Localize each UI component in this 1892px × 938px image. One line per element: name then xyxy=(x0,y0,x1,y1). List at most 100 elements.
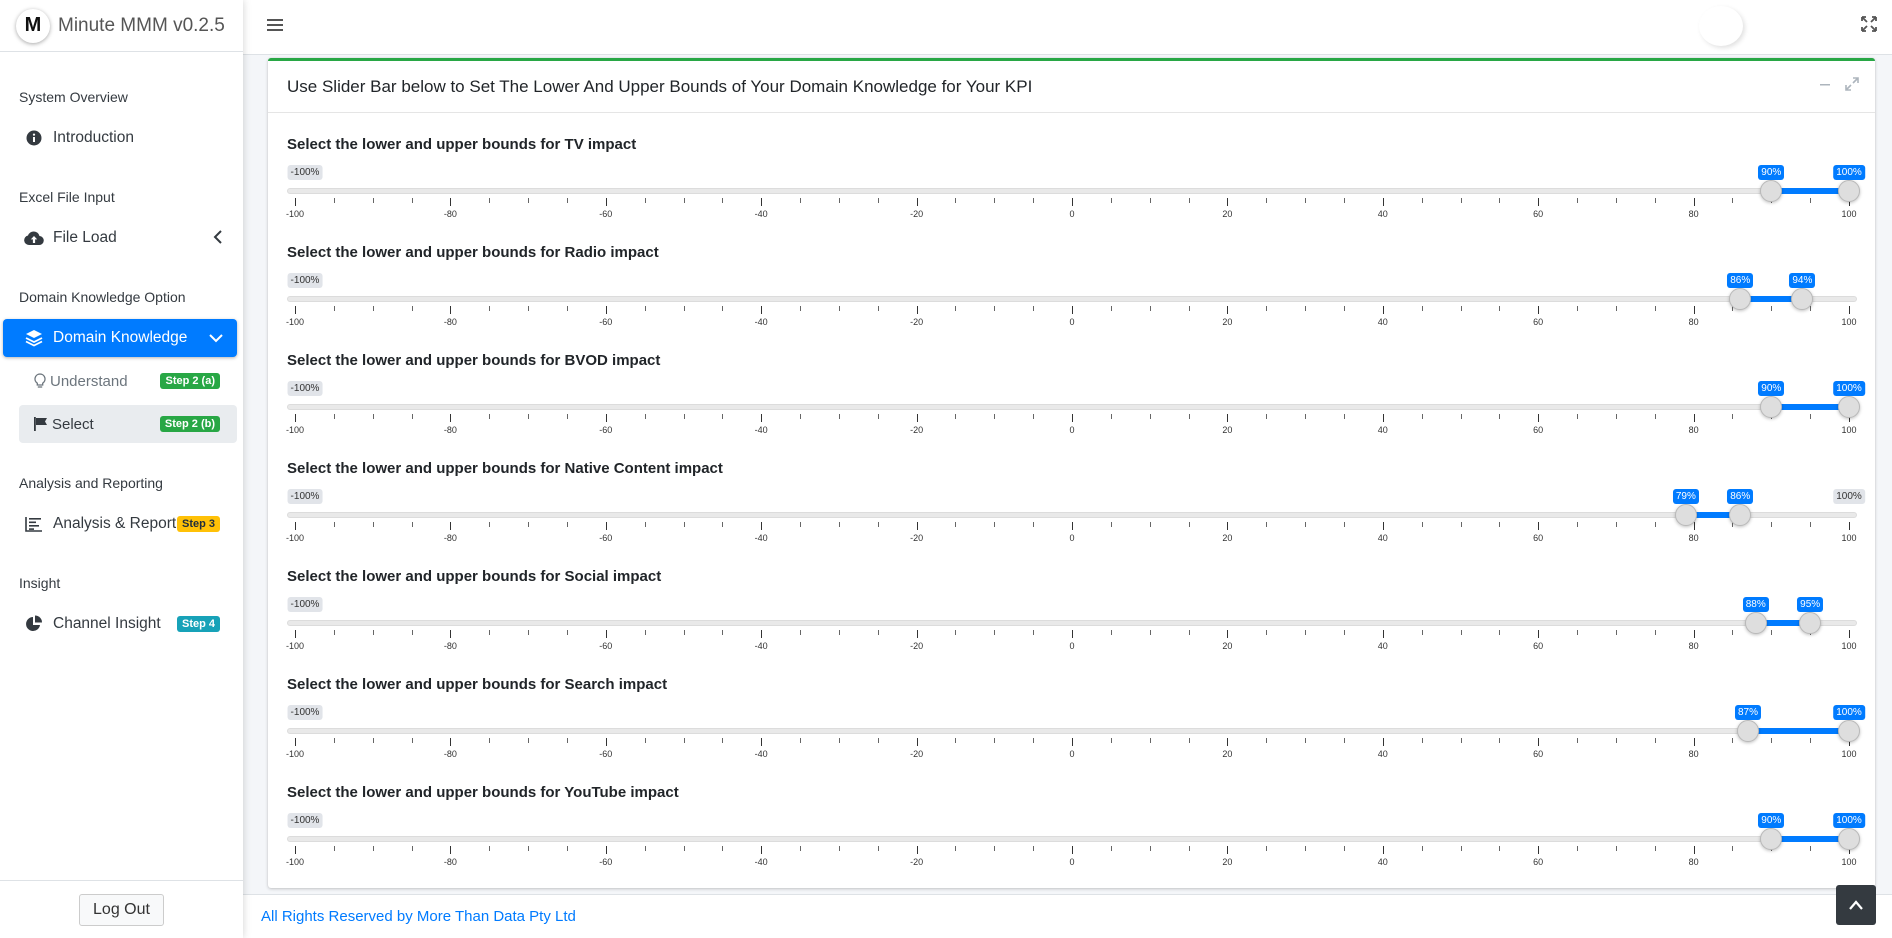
slider-minor-tick xyxy=(800,738,802,743)
slider-minor-tick xyxy=(838,414,840,419)
slider-handle-to[interactable] xyxy=(1799,612,1822,634)
slider-tick-label: 20 xyxy=(1222,317,1233,327)
slider-handle-from[interactable] xyxy=(1736,720,1759,742)
slider-tick-label: -60 xyxy=(599,209,613,219)
slider-handle-to[interactable] xyxy=(1838,720,1860,742)
minimize-icon[interactable] xyxy=(1819,77,1831,94)
slider-minor-tick xyxy=(566,414,568,419)
chevron-left-icon[interactable] xyxy=(213,229,223,247)
slider-tick xyxy=(1693,630,1695,638)
slider-track[interactable] xyxy=(287,296,1857,302)
slider-handle-to[interactable] xyxy=(1791,288,1814,310)
slider-minor-tick xyxy=(489,198,491,203)
sidebar-item-domain-knowledge[interactable]: Domain Knowledge xyxy=(3,319,237,357)
pie-chart-icon xyxy=(23,615,45,633)
slider-minor-tick xyxy=(1771,522,1773,527)
slider-minor-tick xyxy=(1149,414,1151,419)
slider-minor-tick xyxy=(372,198,374,203)
slider-handle-from[interactable] xyxy=(1760,828,1783,850)
slider-track[interactable] xyxy=(287,728,1857,734)
slider-handle-from[interactable] xyxy=(1744,612,1767,634)
slider-minor-tick xyxy=(372,846,374,851)
sidebar-subitem-understand[interactable]: Understand Step 2 (a) xyxy=(19,362,237,400)
slider-tick xyxy=(1382,846,1384,854)
top-navbar xyxy=(243,0,1892,55)
slider-tick-label: 20 xyxy=(1222,533,1233,543)
slider-tick xyxy=(295,198,296,206)
slider-minor-tick xyxy=(683,522,685,527)
slider-tick xyxy=(1072,522,1073,530)
slider-track[interactable] xyxy=(287,512,1857,518)
slider-tick-label: -20 xyxy=(910,749,924,759)
sidebar-item-label: Channel Insight xyxy=(53,615,161,632)
slider-tick xyxy=(1382,630,1384,638)
slider-minor-tick xyxy=(877,522,879,527)
slider-tick-label: 80 xyxy=(1688,749,1699,759)
line-chart-icon xyxy=(23,516,45,532)
slider-tick-label: -20 xyxy=(910,857,924,867)
slider-min-label: -100% xyxy=(287,165,323,180)
slider-tick xyxy=(450,306,452,314)
brand-name: Minute MMM v0.2.5 xyxy=(58,14,225,36)
slider-minor-tick xyxy=(1188,306,1190,311)
slider-handle-to[interactable] xyxy=(1838,396,1860,418)
slider-minor-tick xyxy=(644,522,646,527)
slider-minor-tick xyxy=(877,738,879,743)
slider-tick-label: 60 xyxy=(1533,209,1544,219)
footer-copyright[interactable]: All Rights Reserved by More Than Data Pt… xyxy=(261,908,576,925)
slider-handle-from[interactable] xyxy=(1760,396,1783,418)
slider-tick-label: -80 xyxy=(443,209,457,219)
slider-tick-label: -60 xyxy=(599,425,613,435)
slider-handle-to[interactable] xyxy=(1838,828,1860,850)
range-slider: Select the lower and upper bounds for Se… xyxy=(286,676,1865,776)
slider-minor-tick xyxy=(1421,414,1423,419)
sidebar-item-file-load[interactable]: File Load xyxy=(3,219,237,257)
slider-track[interactable] xyxy=(287,404,1857,410)
slider-minor-tick xyxy=(644,846,646,851)
slider-minor-tick xyxy=(955,738,957,743)
sidebar-item-analysis-report[interactable]: Analysis & Report Step 3 xyxy=(3,505,237,543)
slider-track[interactable] xyxy=(287,620,1857,626)
slider-min-label: -100% xyxy=(287,273,323,288)
slider-label: Select the lower and upper bounds for Yo… xyxy=(287,784,679,801)
slider-minor-tick xyxy=(528,306,530,311)
sidebar-item-channel-insight[interactable]: Channel Insight Step 4 xyxy=(3,605,237,643)
slider-tick xyxy=(916,414,918,422)
slider-handle-to[interactable] xyxy=(1729,504,1752,526)
range-slider: Select the lower and upper bounds for So… xyxy=(286,568,1857,668)
sidebar-item-introduction[interactable]: Introduction xyxy=(3,119,237,157)
chevron-down-icon[interactable] xyxy=(209,330,223,346)
slider-tick xyxy=(761,630,763,638)
slider-tick-label: -60 xyxy=(599,641,613,651)
slider-minor-tick xyxy=(838,738,840,743)
sidebar-subitem-select[interactable]: Select Step 2 (b) xyxy=(19,405,237,443)
slider-tick xyxy=(761,198,763,206)
slider-tick-label: -100 xyxy=(285,209,305,219)
slider-tick xyxy=(1849,522,1850,530)
slider-track[interactable] xyxy=(287,836,1857,842)
scroll-to-top-button[interactable] xyxy=(1836,885,1876,925)
slider-tick xyxy=(1693,414,1695,422)
maximize-icon[interactable] xyxy=(1845,77,1859,94)
slider-tick-label: -20 xyxy=(910,425,924,435)
user-avatar[interactable] xyxy=(1699,6,1743,46)
slider-tick-label: 0 xyxy=(1069,857,1075,867)
lightbulb-icon xyxy=(33,373,47,389)
logout-button[interactable]: Log Out xyxy=(79,893,164,926)
slider-handle-to[interactable] xyxy=(1838,180,1860,202)
slider-handle-from[interactable] xyxy=(1760,180,1783,202)
slider-minor-tick xyxy=(683,738,685,743)
slider-minor-tick xyxy=(838,630,840,635)
slider-minor-tick xyxy=(683,846,685,851)
slider-minor-tick xyxy=(1615,738,1617,743)
brand[interactable]: M Minute MMM v0.2.5 xyxy=(0,0,243,52)
slider-minor-tick xyxy=(1499,630,1501,635)
slider-handle-from[interactable] xyxy=(1674,504,1697,526)
slider-minor-tick xyxy=(1460,846,1462,851)
fullscreen-icon[interactable] xyxy=(1861,16,1877,37)
slider-handle-from[interactable] xyxy=(1729,288,1752,310)
slider-tick xyxy=(1227,306,1229,314)
slider-track[interactable] xyxy=(287,188,1857,194)
hamburger-menu-icon[interactable] xyxy=(267,15,283,38)
slider-minor-tick xyxy=(1499,522,1501,527)
